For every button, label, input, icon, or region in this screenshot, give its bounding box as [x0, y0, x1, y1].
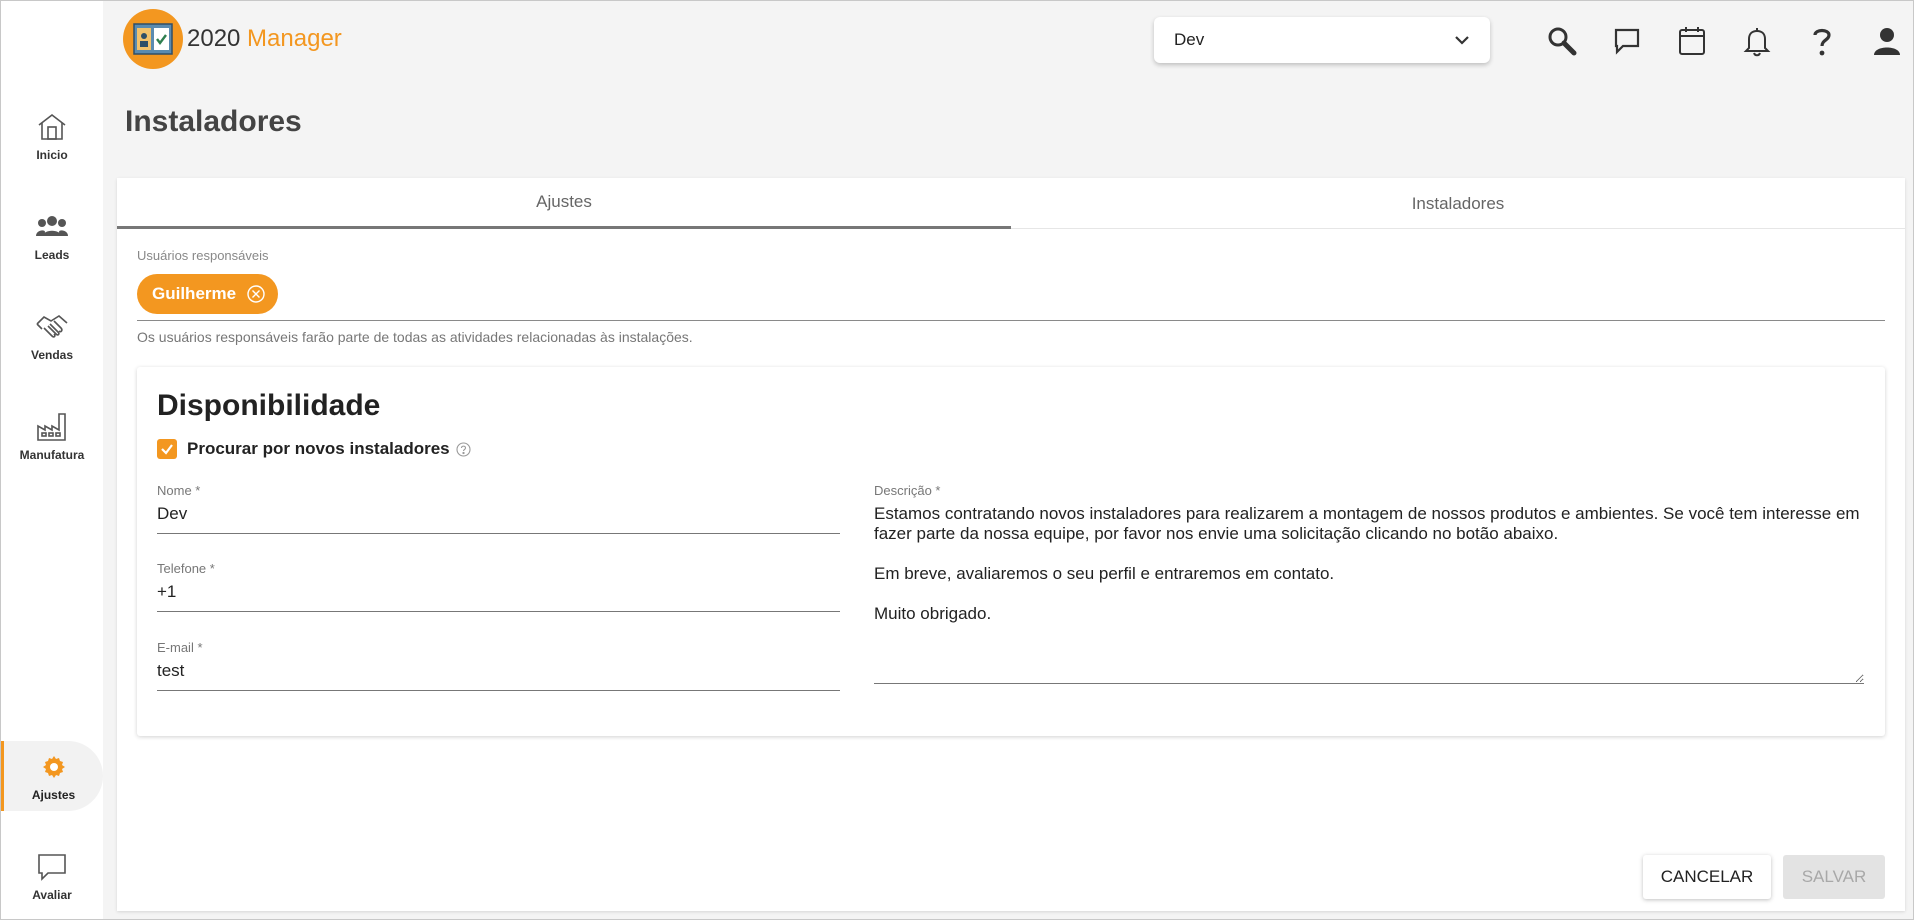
email-input[interactable] — [157, 655, 840, 691]
environment-value: Dev — [1174, 30, 1205, 49]
tab-bar: Ajustes Instaladores — [117, 178, 1905, 229]
sidebar-item-vendas[interactable]: Vendas — [1, 301, 103, 371]
app-name: 2020 Manager — [187, 25, 342, 53]
search-installers-checkbox[interactable] — [157, 439, 177, 459]
factory-icon — [34, 410, 70, 444]
sidebar-item-label: Avaliar — [32, 888, 72, 902]
save-button[interactable]: SALVAR — [1783, 855, 1885, 899]
sidebar-item-leads[interactable]: Leads — [1, 201, 103, 271]
chat-icon[interactable] — [1607, 21, 1647, 61]
phone-input[interactable] — [157, 576, 840, 612]
sidebar-item-inicio[interactable]: Inicio — [1, 101, 103, 171]
tab-instaladores[interactable]: Instaladores — [1011, 178, 1905, 229]
sidebar-item-avaliar[interactable]: Avaliar — [1, 841, 103, 911]
handshake-icon — [34, 310, 70, 344]
search-icon[interactable] — [1542, 21, 1582, 61]
settings-card: Ajustes Instaladores Usuários responsáve… — [117, 178, 1905, 911]
app-name-prefix: 2020 — [187, 25, 241, 52]
description-field: Descrição * Estamos contratando novos in… — [874, 483, 1864, 684]
logo-icon — [123, 9, 183, 69]
gear-icon — [36, 750, 72, 784]
sidebar-item-label: Manufatura — [19, 448, 85, 462]
help-circle-icon[interactable] — [456, 441, 471, 457]
responsible-users-hint: Os usuários responsáveis farão parte de … — [137, 329, 693, 345]
app-logo[interactable]: 2020 Manager — [123, 9, 342, 69]
email-field-label: E-mail * — [157, 640, 203, 655]
email-field: E-mail * — [157, 640, 840, 691]
availability-title: Disponibilidade — [157, 389, 381, 422]
sidebar-item-label: Leads — [34, 248, 70, 262]
cancel-button[interactable]: CANCELAR — [1643, 855, 1771, 899]
name-input[interactable] — [157, 498, 840, 534]
feedback-icon — [34, 850, 70, 884]
tab-ajustes[interactable]: Ajustes — [117, 178, 1011, 229]
sidebar-item-label: Inicio — [36, 148, 68, 162]
search-installers-label: Procurar por novos instaladores — [187, 439, 450, 458]
help-icon[interactable] — [1802, 21, 1842, 61]
chevron-down-icon — [1452, 30, 1472, 55]
phone-field: Telefone * — [157, 561, 840, 612]
availability-section: Disponibilidade Procurar por novos insta… — [137, 367, 1885, 736]
people-icon — [34, 210, 70, 244]
user-icon[interactable] — [1867, 21, 1907, 61]
calendar-icon[interactable] — [1672, 21, 1712, 61]
checkmark-icon — [161, 444, 173, 455]
user-chip-label: Guilherme — [152, 284, 237, 303]
sidebar: Inicio Leads Vendas Manufatura Ajustes A… — [1, 1, 103, 919]
sidebar-item-manufatura[interactable]: Manufatura — [1, 401, 103, 471]
description-textarea[interactable]: Estamos contratando novos instaladores p… — [874, 498, 1864, 684]
environment-select[interactable]: Dev — [1154, 17, 1490, 63]
chip-input-underline — [137, 320, 1885, 321]
top-header: 2020 Manager Dev — [103, 1, 1913, 81]
description-field-label: Descrição * — [874, 483, 941, 498]
name-field-label: Nome * — [157, 483, 201, 498]
phone-field-label: Telefone * — [157, 561, 215, 576]
user-chip[interactable]: Guilherme — [137, 274, 279, 314]
remove-chip-icon[interactable] — [246, 284, 266, 304]
app-name-suffix: Manager — [240, 25, 342, 52]
responsible-users-label: Usuários responsáveis — [137, 248, 269, 263]
name-field: Nome * — [157, 483, 840, 534]
sidebar-item-label: Ajustes — [31, 788, 76, 802]
bell-icon[interactable] — [1737, 21, 1777, 61]
search-installers-option: Procurar por novos instaladores — [157, 439, 471, 459]
home-icon — [34, 110, 70, 144]
sidebar-item-ajustes[interactable]: Ajustes — [1, 741, 103, 811]
page-title: Instaladores — [125, 105, 302, 138]
sidebar-item-label: Vendas — [30, 348, 74, 362]
